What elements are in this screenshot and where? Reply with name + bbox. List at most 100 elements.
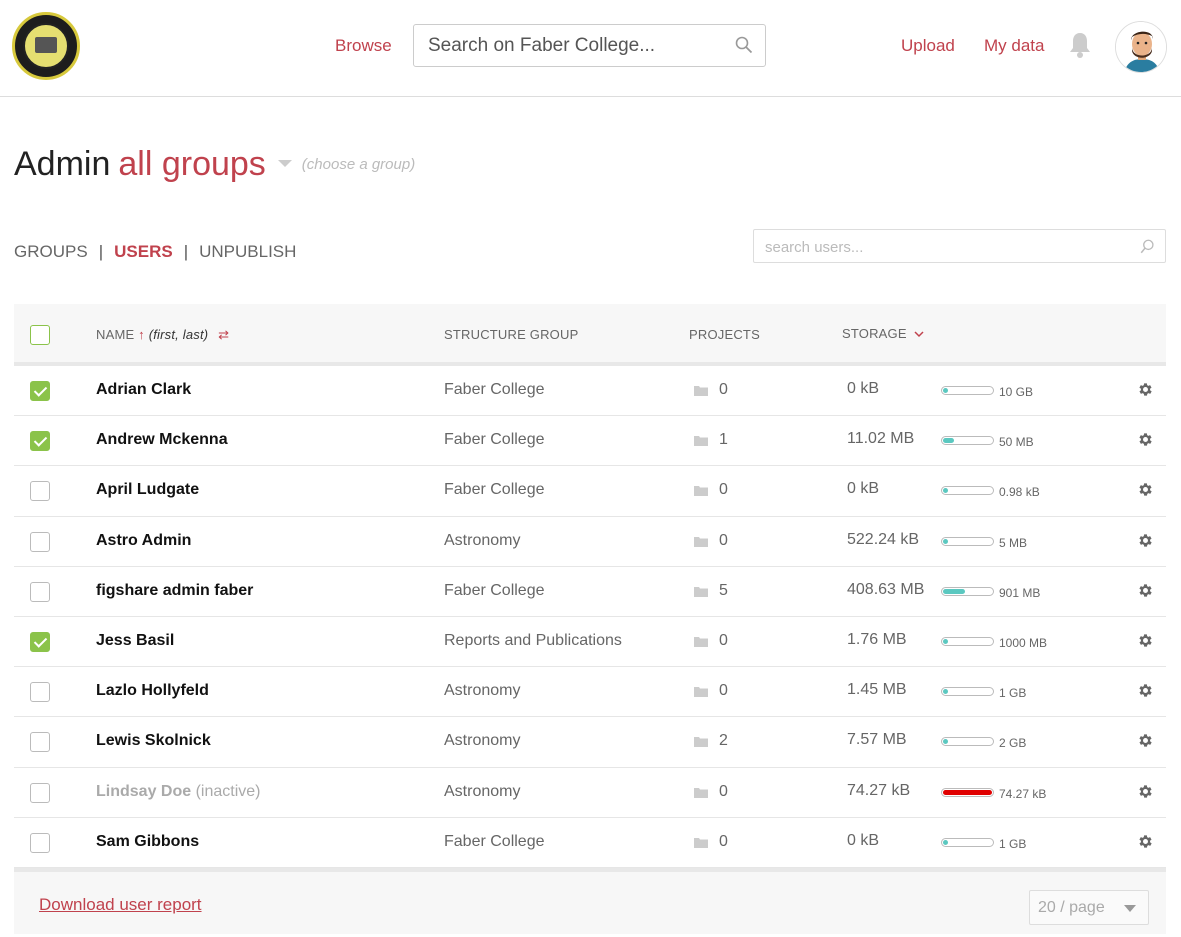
table-row: figshare admin faber Faber College 5 408… <box>14 567 1166 617</box>
user-name[interactable]: Andrew Mckenna <box>96 431 228 449</box>
projects-column-header[interactable]: PROJECTS <box>689 327 760 342</box>
structure-group: Astronomy <box>444 732 521 750</box>
structure-group-column-header[interactable]: STRUCTURE GROUP <box>444 327 578 342</box>
row-checkbox[interactable] <box>30 431 50 452</box>
table-row: April Ludgate Faber College 0 0 kB 0.98 … <box>14 466 1166 517</box>
name-column-header[interactable]: NAME ↑ (first, last) ⇄ <box>96 327 229 343</box>
user-name-text: Lazlo Hollyfeld <box>96 682 209 700</box>
user-name[interactable]: Adrian Clark <box>96 381 191 399</box>
row-checkbox[interactable] <box>30 631 50 652</box>
storage-quota: 10 GB <box>999 385 1034 399</box>
my-data-link[interactable]: My data <box>984 36 1044 56</box>
user-name[interactable]: Jess Basil <box>96 632 174 650</box>
row-checkbox[interactable] <box>30 782 50 803</box>
storage-quota: 74.27 kB <box>999 786 1047 801</box>
gear-icon[interactable] <box>1137 783 1154 800</box>
download-user-report-link[interactable]: Download user report <box>39 895 202 915</box>
folder-icon <box>694 787 708 798</box>
structure-group: Astronomy <box>444 531 521 549</box>
storage-usage-bar <box>941 436 994 446</box>
tab-users[interactable]: USERS <box>114 242 173 261</box>
row-checkbox[interactable] <box>30 732 50 753</box>
row-checkbox[interactable] <box>30 531 50 552</box>
user-name-text: Sam Gibbons <box>96 832 200 850</box>
storage-usage-fill <box>943 488 948 494</box>
chevron-down-icon[interactable] <box>914 330 924 338</box>
user-name-text: Lewis Skolnick <box>96 732 211 750</box>
row-checkbox[interactable] <box>30 832 50 853</box>
gear-icon[interactable] <box>1137 381 1154 398</box>
tab-separator: | <box>98 242 104 261</box>
folder-icon <box>694 386 708 396</box>
user-name[interactable]: Sam Gibbons <box>96 833 199 851</box>
row-checkbox[interactable] <box>30 481 50 502</box>
table-row: Jess Basil Reports and Publications 0 1.… <box>14 617 1166 668</box>
folder-icon <box>694 837 708 848</box>
gear-icon[interactable] <box>1137 632 1154 649</box>
gear-icon[interactable] <box>1137 833 1154 850</box>
user-name[interactable]: Lewis Skolnick <box>96 732 211 750</box>
storage-usage-bar <box>941 636 994 646</box>
storage-used: 1.76 MB <box>847 630 907 648</box>
user-name[interactable]: figshare admin faber <box>96 582 253 600</box>
row-checkbox[interactable] <box>30 381 50 401</box>
table-row: Astro Admin Astronomy 0 522.24 kB 5 MB <box>14 517 1166 567</box>
storage-usage-bar <box>941 837 994 847</box>
user-name-text: figshare admin faber <box>96 581 254 599</box>
admin-tabs: GROUPS | USERS | UNPUBLISH <box>14 242 296 262</box>
per-page-value: 20 / page <box>1038 898 1105 916</box>
group-selector[interactable]: all groups <box>118 145 265 183</box>
storage-usage-bar <box>941 687 994 697</box>
user-avatar[interactable] <box>1115 21 1167 73</box>
gear-icon[interactable] <box>1137 582 1154 599</box>
gear-icon[interactable] <box>1137 481 1154 498</box>
storage-used: 408.63 MB <box>847 580 925 598</box>
user-name-text: Lindsay Doe <box>96 782 192 800</box>
project-count: 0 <box>719 631 728 649</box>
global-search-input[interactable] <box>428 34 728 58</box>
faber-college-logo[interactable] <box>12 12 80 80</box>
browse-link[interactable]: Browse <box>335 36 392 56</box>
structure-group: Faber College <box>444 832 545 850</box>
gear-icon[interactable] <box>1137 682 1154 699</box>
project-count: 0 <box>719 832 728 850</box>
select-all-checkbox[interactable] <box>30 325 50 345</box>
table-row: Lindsay Doe (inactive) Astronomy 0 74.27… <box>14 768 1166 818</box>
row-checkbox[interactable] <box>30 682 50 703</box>
tab-unpublish[interactable]: UNPUBLISH <box>199 242 296 261</box>
user-search[interactable] <box>753 229 1166 263</box>
upload-link[interactable]: Upload <box>901 36 955 56</box>
user-name[interactable]: Astro Admin <box>96 532 191 550</box>
table-row: Andrew Mckenna Faber College 1 11.02 MB … <box>14 416 1166 467</box>
gear-icon[interactable] <box>1137 431 1154 448</box>
storage-used: 0 kB <box>847 480 880 498</box>
user-search-input[interactable] <box>765 237 1125 257</box>
storage-column-header[interactable]: STORAGE <box>842 326 924 341</box>
notifications-bell-icon[interactable] <box>1068 31 1092 59</box>
chevron-down-icon[interactable] <box>277 160 292 167</box>
swap-sort-icon[interactable]: ⇄ <box>218 327 229 342</box>
storage-quota: 1 GB <box>999 836 1027 851</box>
per-page-select[interactable]: 20 / page <box>1029 889 1149 925</box>
gear-icon[interactable] <box>1137 532 1154 549</box>
gear-icon[interactable] <box>1137 732 1154 749</box>
user-name[interactable]: Lindsay Doe (inactive) <box>96 783 261 801</box>
storage-usage-fill <box>943 588 965 594</box>
chevron-down-icon[interactable] <box>1124 904 1136 912</box>
choose-group-hint: (choose a group) <box>301 156 416 173</box>
user-name[interactable]: April Ludgate <box>96 481 199 499</box>
storage-used: 0 kB <box>847 831 880 849</box>
structure-group: Astronomy <box>444 782 521 800</box>
folder-icon <box>694 486 708 497</box>
storage-used: 522.24 kB <box>847 530 920 548</box>
search-icon[interactable] <box>735 36 753 54</box>
project-count: 5 <box>719 581 728 599</box>
search-icon[interactable] <box>1140 239 1155 254</box>
sort-asc-arrow-icon[interactable]: ↑ <box>138 327 145 342</box>
global-search[interactable] <box>413 24 766 67</box>
table-footer: Download user report 20 / page <box>14 867 1166 934</box>
logo-emblem <box>23 23 69 69</box>
tab-groups[interactable]: GROUPS <box>14 242 88 261</box>
user-name[interactable]: Lazlo Hollyfeld <box>96 682 209 700</box>
row-checkbox[interactable] <box>30 581 50 602</box>
